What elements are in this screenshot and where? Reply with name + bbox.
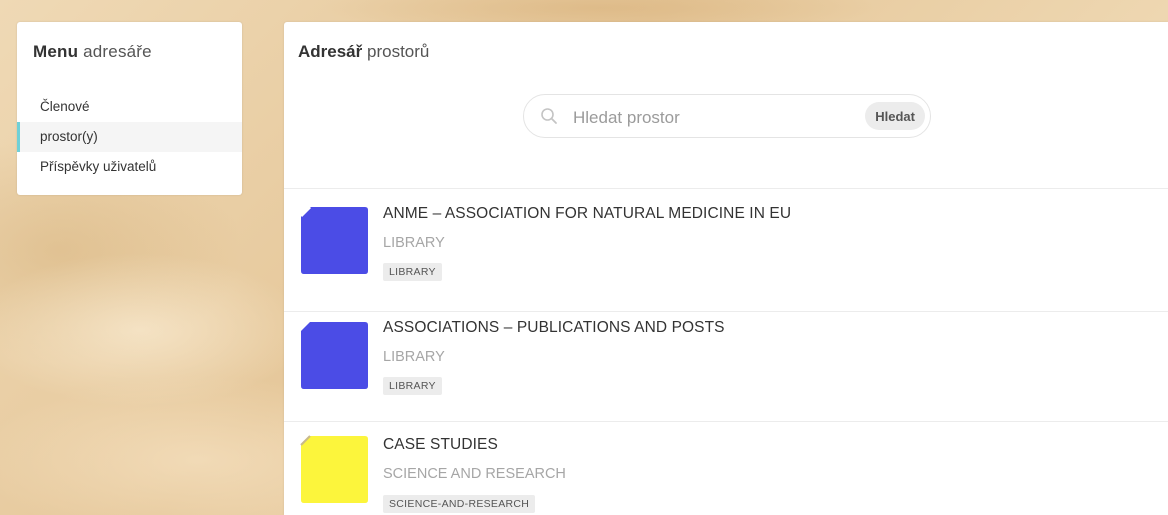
- space-entry[interactable]: ANME – ASSOCIATION FOR NATURAL MEDICINE …: [284, 189, 1168, 299]
- menu-title-bold: Menu: [33, 42, 79, 61]
- entry-category: LIBRARY: [383, 235, 445, 251]
- entry-category: SCIENCE AND RESEARCH: [383, 466, 566, 482]
- space-entry[interactable]: ASSOCIATIONS – PUBLICATIONS AND POSTS LI…: [284, 312, 1168, 422]
- space-entry[interactable]: CASE STUDIES SCIENCE AND RESEARCH SCIENC…: [284, 422, 1168, 515]
- page-title-rest: prostorů: [367, 42, 430, 61]
- space-icon: [300, 435, 368, 503]
- search-input[interactable]: [571, 105, 845, 131]
- entry-title[interactable]: ASSOCIATIONS – PUBLICATIONS AND POSTS: [383, 319, 725, 337]
- space-directory-panel: Adresář prostorů Hledat ANME – ASSOCIATI…: [284, 22, 1168, 515]
- space-icon: [300, 206, 368, 274]
- entry-category: LIBRARY: [383, 349, 445, 365]
- page-title-bold: Adresář: [298, 42, 363, 61]
- menu-item-spaces[interactable]: prostor(y): [17, 122, 242, 152]
- space-icon-shape: [301, 322, 368, 389]
- entry-tag[interactable]: LIBRARY: [383, 377, 442, 395]
- entry-tag[interactable]: LIBRARY: [383, 263, 442, 281]
- space-icon: [301, 322, 368, 389]
- search-box: Hledat: [523, 94, 931, 138]
- space-icon-shape: [301, 207, 368, 274]
- entry-title[interactable]: ANME – ASSOCIATION FOR NATURAL MEDICINE …: [383, 205, 791, 223]
- menu-title-rest: adresáře: [83, 42, 152, 61]
- entry-tag[interactable]: SCIENCE-AND-RESEARCH: [383, 495, 536, 513]
- directory-menu: Menu adresáře Členové prostor(y) Příspěv…: [17, 22, 242, 195]
- menu-item-members[interactable]: Členové: [17, 92, 242, 122]
- menu-item-user-posts[interactable]: Příspěvky uživatelů: [17, 152, 242, 182]
- menu-title: Menu adresáře: [33, 42, 152, 62]
- entry-title[interactable]: CASE STUDIES: [383, 436, 498, 454]
- space-icon-shape: [301, 436, 368, 503]
- search-icon: [541, 108, 557, 124]
- menu-list: Členové prostor(y) Příspěvky uživatelů: [17, 92, 242, 182]
- page-title: Adresář prostorů: [298, 42, 429, 62]
- search-button[interactable]: Hledat: [865, 102, 925, 130]
